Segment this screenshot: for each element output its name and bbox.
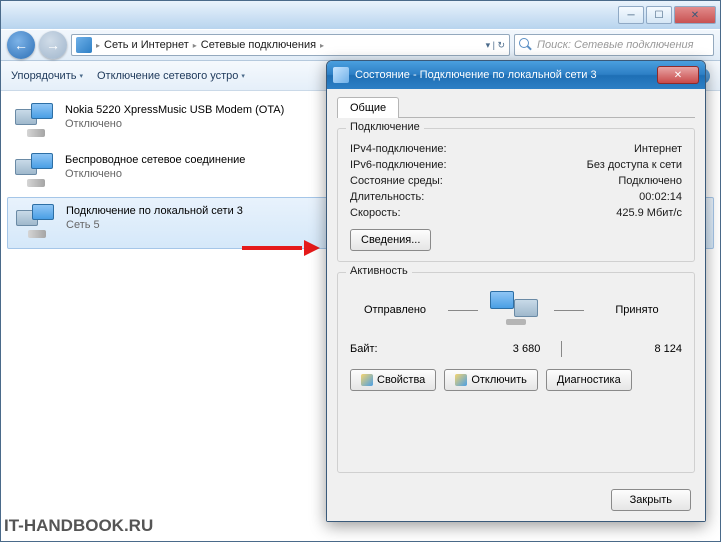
bytes-recv-value: 8 124 <box>582 343 682 355</box>
status-dialog: Состояние - Подключение по локальной сет… <box>326 60 706 522</box>
media-value: Подключено <box>618 175 682 187</box>
chevron-icon: ▸ <box>193 41 197 50</box>
nav-bar: ← → ▸ Сеть и Интернет ▸ Сетевые подключе… <box>1 29 720 61</box>
speed-label: Скорость: <box>350 207 401 219</box>
separator <box>561 341 562 357</box>
tab-strip: Общие <box>337 97 695 118</box>
modem-icon <box>15 103 57 141</box>
diagnostics-button[interactable]: Диагностика <box>546 369 632 391</box>
lan-icon <box>16 204 58 242</box>
connection-status: Сеть 5 <box>66 218 243 232</box>
bytes-sent-value: 3 680 <box>440 343 540 355</box>
ipv4-label: IPv4-подключение: <box>350 143 447 155</box>
duration-value: 00:02:14 <box>639 191 682 203</box>
connection-status: Отключено <box>65 167 245 181</box>
activity-line <box>554 310 584 311</box>
connection-name: Беспроводное сетевое соединение <box>65 153 245 167</box>
group-title: Активность <box>346 265 412 277</box>
chevron-icon: ▸ <box>96 41 100 50</box>
network-icon <box>76 37 92 53</box>
tab-general[interactable]: Общие <box>337 97 399 118</box>
ipv4-value: Интернет <box>634 143 682 155</box>
properties-button[interactable]: Свойства <box>350 369 436 391</box>
ipv6-value: Без доступа к сети <box>587 159 682 171</box>
breadcrumb-level1[interactable]: Сеть и Интернет <box>104 39 189 51</box>
duration-label: Длительность: <box>350 191 424 203</box>
activity-group: Активность Отправлено Принято Байт: 3 68… <box>337 272 695 473</box>
maximize-button[interactable]: ☐ <box>646 6 672 24</box>
dialog-titlebar: Состояние - Подключение по локальной сет… <box>327 61 705 89</box>
chevron-icon: ▸ <box>320 41 324 50</box>
disable-button[interactable]: Отключить <box>444 369 538 391</box>
refresh-icon[interactable]: ▾ | ↻ <box>486 40 505 51</box>
search-placeholder: Поиск: Сетевые подключения <box>537 39 694 51</box>
dialog-body: Общие Подключение IPv4-подключение: Интер… <box>327 89 705 521</box>
address-bar[interactable]: ▸ Сеть и Интернет ▸ Сетевые подключения … <box>71 34 510 56</box>
close-button[interactable]: Закрыть <box>611 489 691 511</box>
details-button[interactable]: Сведения... <box>350 229 431 251</box>
annotation-arrow <box>242 242 320 254</box>
close-button[interactable]: ✕ <box>674 6 716 24</box>
dialog-title: Состояние - Подключение по локальной сет… <box>355 69 597 81</box>
connection-name: Nokia 5220 XpressMusic USB Modem (OTA) <box>65 103 284 117</box>
disable-device-menu[interactable]: Отключение сетевого устро <box>97 70 245 82</box>
connection-group: Подключение IPv4-подключение:Интернет IP… <box>337 128 695 262</box>
wireless-icon <box>15 153 57 191</box>
connection-name: Подключение по локальной сети 3 <box>66 204 243 218</box>
watermark: IT-HANDBOOK.RU <box>4 516 153 536</box>
minimize-button[interactable]: ─ <box>618 6 644 24</box>
ipv6-label: IPv6-подключение: <box>350 159 447 171</box>
shield-icon <box>455 374 467 386</box>
group-title: Подключение <box>346 121 424 133</box>
media-label: Состояние среды: <box>350 175 443 187</box>
back-button[interactable]: ← <box>7 31 35 59</box>
dialog-close-button[interactable]: ✕ <box>657 66 699 84</box>
dialog-footer: Закрыть <box>337 483 695 511</box>
sent-label: Отправлено <box>350 304 440 316</box>
connection-status: Отключено <box>65 117 284 131</box>
search-icon <box>519 38 533 52</box>
activity-icon <box>486 289 546 331</box>
organize-menu[interactable]: Упорядочить <box>11 70 83 82</box>
main-titlebar: ─ ☐ ✕ <box>1 1 720 29</box>
speed-value: 425.9 Мбит/с <box>616 207 682 219</box>
received-label: Принято <box>592 304 682 316</box>
shield-icon <box>361 374 373 386</box>
bytes-label: Байт: <box>350 343 420 355</box>
breadcrumb-level2[interactable]: Сетевые подключения <box>201 39 316 51</box>
activity-line <box>448 310 478 311</box>
dialog-icon <box>333 67 349 83</box>
search-input[interactable]: Поиск: Сетевые подключения <box>514 34 714 56</box>
forward-button[interactable]: → <box>39 31 67 59</box>
